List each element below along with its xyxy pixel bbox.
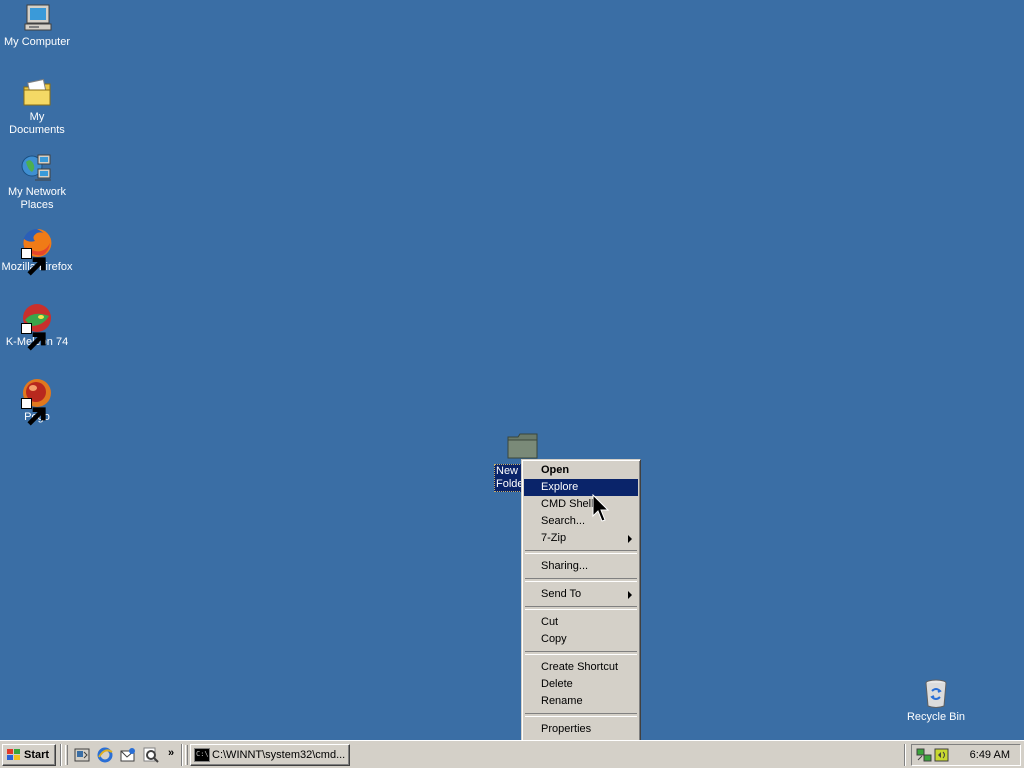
desktop-icon-my-computer[interactable]: My Computer — [0, 2, 74, 49]
desktop-icon-recycle-bin[interactable]: Recycle Bin — [899, 677, 973, 724]
menu-separator — [525, 651, 637, 655]
cmd-icon: C:\ — [194, 748, 210, 762]
k-meleon-icon — [21, 302, 53, 351]
network-places-icon — [21, 152, 53, 184]
menu-item-label: 7-Zip — [541, 532, 567, 544]
menu-item-label: Explore — [541, 481, 579, 493]
desktop-icon-label: My Computer — [3, 36, 71, 48]
desktop[interactable]: My Computer My Documents My Network Plac… — [0, 0, 1024, 740]
outlook-express-icon[interactable] — [119, 746, 137, 764]
menu-item-label: Delete — [541, 678, 573, 690]
menu-separator — [525, 550, 637, 554]
desktop-icon-label: Recycle Bin — [906, 711, 966, 723]
menu-item-properties[interactable]: Properties — [524, 721, 638, 738]
menu-item-label: Create Shortcut — [541, 661, 619, 673]
menu-separator — [525, 713, 637, 717]
system-tray: 6:49 AM — [911, 744, 1021, 766]
desktop-icon-my-network-places[interactable]: My Network Places — [0, 152, 74, 212]
menu-item-cut[interactable]: Cut — [524, 614, 638, 631]
menu-item-cmd-shell[interactable]: CMD Shell — [524, 496, 638, 513]
start-button[interactable]: Start — [2, 744, 56, 766]
taskbar: Start » C:\ C:\WINNT\system32\cmd... 6:4… — [0, 740, 1024, 768]
menu-item-label: Cut — [541, 616, 559, 628]
computer-icon — [21, 2, 53, 34]
menu-item-label: Copy — [541, 633, 567, 645]
documents-folder-icon — [21, 77, 53, 109]
search-icon[interactable] — [142, 746, 160, 764]
menu-item-send-to[interactable]: Send To — [524, 586, 638, 603]
shortcut-arrow-icon — [21, 248, 46, 276]
network-connection-icon[interactable] — [916, 747, 932, 763]
desktop-icon-k-meleon[interactable]: K-Meleon 74 — [0, 302, 74, 351]
show-desktop-icon[interactable] — [73, 746, 91, 764]
clock[interactable]: 6:49 AM — [970, 745, 1010, 765]
menu-item-label: Rename — [541, 695, 583, 707]
menu-item-7-zip[interactable]: 7-Zip — [524, 530, 638, 547]
context-menu[interactable]: Open Explore CMD Shell Search... 7-Zip S… — [521, 459, 641, 740]
menu-item-label: CMD Shell — [541, 498, 594, 510]
toolbar-grip[interactable] — [65, 745, 68, 765]
desktop-icon-label: My Documents — [9, 111, 65, 136]
desktop-icon-my-documents[interactable]: My Documents — [0, 77, 74, 137]
firefox-icon — [21, 227, 53, 276]
folder-icon — [507, 430, 539, 460]
menu-separator — [525, 578, 637, 582]
windows-flag-icon — [6, 748, 22, 762]
shortcut-arrow-icon — [21, 398, 46, 426]
menu-item-open[interactable]: Open — [524, 462, 638, 479]
taskbar-separator — [60, 744, 62, 766]
menu-item-label: Properties — [541, 723, 592, 735]
taskbar-separator — [904, 744, 906, 766]
quick-launch-more-button[interactable]: » — [168, 745, 174, 761]
menu-item-rename[interactable]: Rename — [524, 693, 638, 710]
toolbar-grip[interactable] — [185, 745, 188, 765]
start-label: Start — [24, 749, 50, 761]
menu-separator — [525, 606, 637, 610]
menu-item-delete[interactable]: Delete — [524, 676, 638, 693]
menu-item-sharing[interactable]: Sharing... — [524, 558, 638, 575]
menu-item-label: Search... — [541, 515, 586, 527]
taskbar-button-cmd[interactable]: C:\ C:\WINNT\system32\cmd... — [190, 744, 350, 766]
pego-icon — [21, 377, 53, 426]
menu-item-create-shortcut[interactable]: Create Shortcut — [524, 659, 638, 676]
recycle-bin-icon — [920, 677, 952, 709]
desktop-icon-label: My Network Places — [7, 186, 67, 211]
menu-item-copy[interactable]: Copy — [524, 631, 638, 648]
menu-item-label: Send To — [541, 588, 582, 600]
desktop-icon-mozilla-firefox[interactable]: Mozilla Firefox — [0, 227, 74, 276]
volume-icon[interactable] — [934, 747, 950, 763]
submenu-arrow-icon — [628, 591, 632, 599]
internet-explorer-icon[interactable] — [96, 746, 114, 764]
menu-item-search[interactable]: Search... — [524, 513, 638, 530]
shortcut-arrow-icon — [21, 323, 46, 351]
mouse-pointer-icon — [592, 493, 612, 524]
taskbar-separator — [181, 744, 183, 766]
submenu-arrow-icon — [628, 535, 632, 543]
desktop-icon-pego[interactable]: Pego — [0, 377, 74, 426]
menu-item-explore[interactable]: Explore — [524, 479, 638, 496]
taskbar-button-label: C:\WINNT\system32\cmd... — [212, 749, 346, 761]
menu-item-label: Sharing... — [541, 560, 589, 572]
menu-item-label: Open — [541, 464, 570, 476]
